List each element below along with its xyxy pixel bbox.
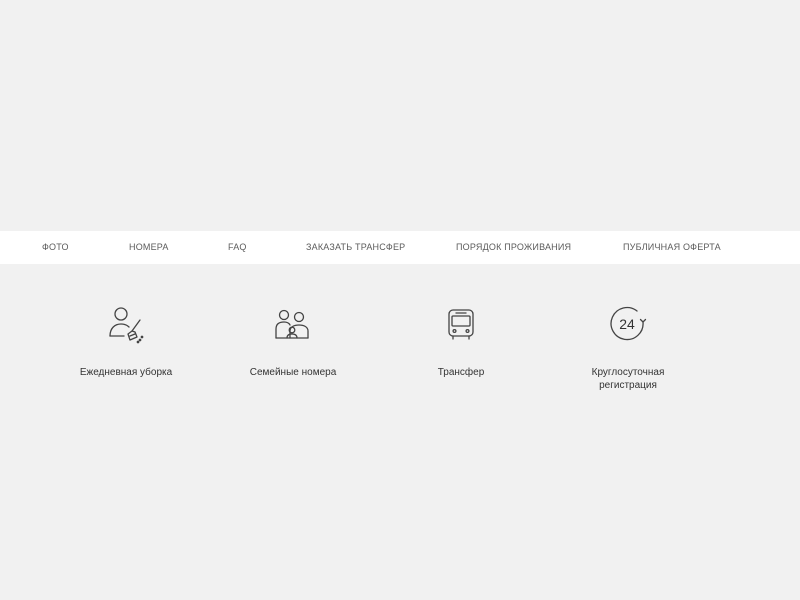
cleaning-person-icon xyxy=(104,302,148,346)
nav-link-photo[interactable]: ФОТО xyxy=(42,231,69,264)
nav-link-public-offer[interactable]: ПУБЛИЧНАЯ ОФЕРТА xyxy=(623,231,721,264)
clock-24-icon: 24 xyxy=(606,302,650,346)
feature-label: Ежедневная уборка xyxy=(79,367,173,378)
nav-link-rooms[interactable]: НОМЕРА xyxy=(129,231,169,264)
family-icon xyxy=(271,302,315,346)
feature-transfer: Трансфер xyxy=(386,302,536,379)
feature-daily-cleaning: Ежедневная уборка xyxy=(51,302,201,379)
nav-link-accommodation-rules[interactable]: ПОРЯДОК ПРОЖИВАНИЯ xyxy=(456,231,571,264)
feature-label: Семейные номера xyxy=(249,367,337,378)
clock-24-icon-badge: 24 xyxy=(619,316,635,332)
page: ФОТО НОМЕРА FAQ ЗАКАЗАТЬ ТРАНСФЕР ПОРЯДО… xyxy=(0,0,800,600)
nav-link-order-transfer[interactable]: ЗАКАЗАТЬ ТРАНСФЕР xyxy=(306,231,405,264)
nav-link-faq[interactable]: FAQ xyxy=(228,231,247,264)
feature-label: Круглосуточная регистрация xyxy=(591,367,665,391)
feature-family-rooms: Семейные номера xyxy=(218,302,368,379)
main-navbar: ФОТО НОМЕРА FAQ ЗАКАЗАТЬ ТРАНСФЕР ПОРЯДО… xyxy=(0,231,800,264)
feature-24h-registration: 24 Круглосуточная регистрация xyxy=(553,302,703,392)
feature-label: Трансфер xyxy=(437,367,485,378)
bus-icon xyxy=(439,302,483,346)
